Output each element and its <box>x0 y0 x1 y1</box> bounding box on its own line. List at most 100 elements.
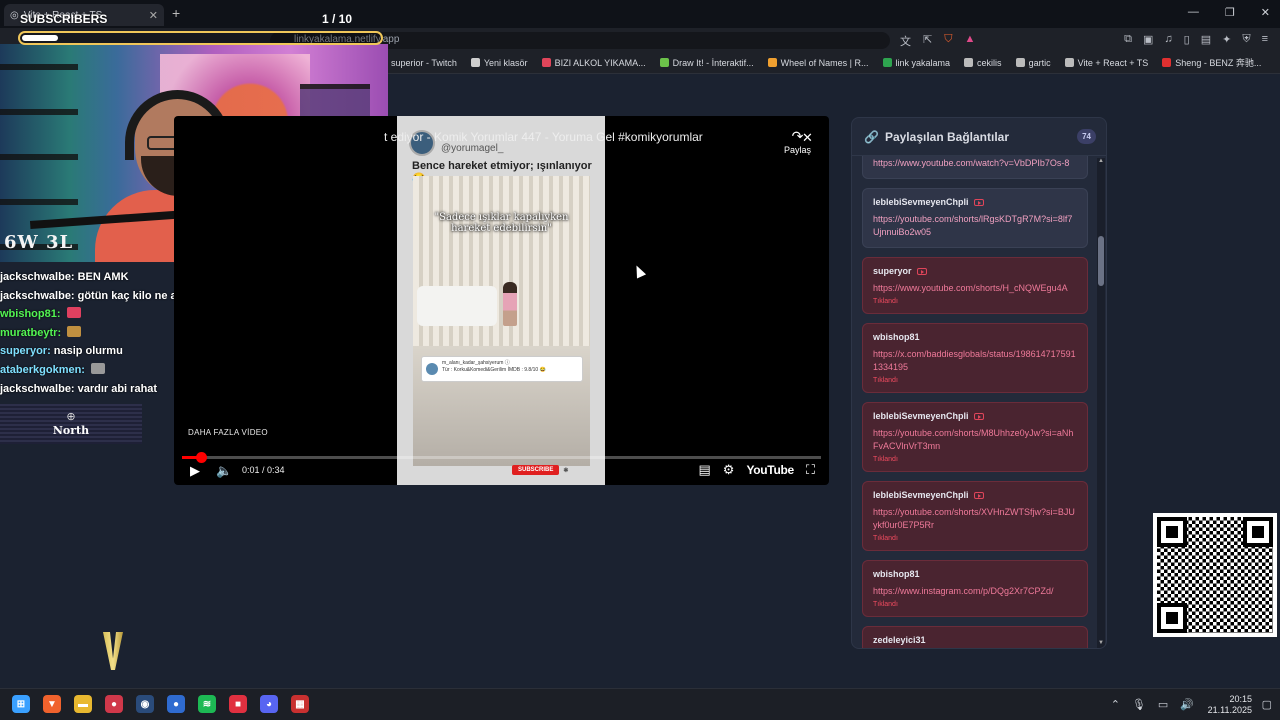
chat-text: vardır abi rahat <box>77 382 158 395</box>
link-card[interactable]: leblebiSevmeyenChpli https://youtube.com/… <box>862 188 1088 248</box>
address-icons: 文 ⇱ ⛉ ▲ <box>900 33 975 49</box>
settings-gear-icon[interactable]: ⚙ <box>723 462 735 478</box>
link-card[interactable]: superyor https://www.youtube.com/shorts/H… <box>862 257 1088 314</box>
bookmark-item[interactable]: Wheel of Names | R... <box>767 58 869 68</box>
browser-tab-bar: ◎ Vite + React + TS ✕ + 1 / 10 — ❐ ✕ <box>0 0 1280 28</box>
youtube-player[interactable]: @yorumagel_ Bence hareket etmiyor; ışınl… <box>174 116 829 485</box>
webcam-logo: 6W 3L <box>4 232 74 253</box>
wallet-icon[interactable]: ▤ <box>1201 33 1211 46</box>
chat-username: jackschwalbe: <box>0 289 75 302</box>
network-icon[interactable]: ▭ <box>1158 698 1168 711</box>
bookmark-item[interactable]: cekilis <box>964 58 1002 68</box>
link-username: zedeleyici31 <box>873 635 926 645</box>
share-button[interactable]: ↷ Paylaş <box>784 128 811 155</box>
link-url[interactable]: https://youtube.com/shorts/lRgsKDTgR7M?s… <box>873 213 1077 239</box>
link-card[interactable]: wbishop81 https://www.instagram.com/p/DQg… <box>862 560 1088 617</box>
link-username: leblebiSevmeyenChpli <box>873 197 969 207</box>
subscribers-progress-bar <box>18 31 383 45</box>
clock[interactable]: 20:15 21.11.2025 <box>1208 694 1252 716</box>
scroll-down-icon[interactable]: ▼ <box>1098 640 1104 646</box>
bookmark-favicon-icon <box>659 58 669 67</box>
tray-chevron-icon[interactable]: ⌃ <box>1111 698 1120 711</box>
bookmark-item[interactable]: Vite + React + TS <box>1064 58 1148 68</box>
youtube-logo[interactable]: YouTube <box>746 463 794 477</box>
windows-start-icon[interactable]: ⊞ <box>12 695 30 713</box>
media-icon[interactable]: ♫ <box>1164 33 1172 46</box>
bookmark-item[interactable]: Draw It! - İnteraktif... <box>659 58 754 68</box>
link-url[interactable]: https://www.instagram.com/p/DQg2Xr7CPZd/ <box>873 585 1077 598</box>
channel-handle: @yorumagel_ <box>441 142 504 154</box>
bookmark-item[interactable]: Yeni klasör <box>470 58 528 68</box>
bookmark-item[interactable]: BIZI ALKOL YIKAMA... <box>541 58 646 68</box>
extensions-icon[interactable]: ⧉ <box>1124 33 1132 46</box>
link-card[interactable]: leblebiSevmeyenChpli https://youtube.com/… <box>862 481 1088 551</box>
sidebar-icon[interactable]: ▯ <box>1184 33 1190 46</box>
brave-shield-icon[interactable]: ⛉ <box>944 33 952 49</box>
video-title[interactable]: t ediyor - Komik Yorumlar 447 - Yoruma G… <box>384 130 703 144</box>
rewards-icon[interactable]: ▲ <box>964 33 975 49</box>
share-page-icon[interactable]: ⇱ <box>923 33 932 49</box>
chat-text: nasip olurmu <box>53 345 123 358</box>
close-window-icon[interactable]: ✕ <box>1261 6 1270 19</box>
translate-icon[interactable]: 文 <box>900 33 911 49</box>
scroll-up-icon[interactable]: ▲ <box>1098 158 1104 164</box>
link-url[interactable]: https://youtube.com/shorts/XVHnZWTSfjw?s… <box>873 506 1077 532</box>
youtube-play-icon <box>973 412 984 420</box>
notification-icon[interactable]: ▢ <box>1262 698 1272 711</box>
crosshair-icon: ⊕ <box>66 410 76 423</box>
video-progress-bar[interactable] <box>182 452 821 463</box>
volume-icon[interactable]: 🔈 <box>216 463 232 479</box>
bookmark-favicon-icon <box>470 58 480 67</box>
fullscreen-icon[interactable]: ⛶ <box>806 462 815 478</box>
bookmark-item[interactable]: Sheng - BENZ 奔驰... <box>1162 56 1261 69</box>
link-url[interactable]: https://www.youtube.com/watch?v=VbDPIb7O… <box>873 157 1077 170</box>
link-card[interactable]: zedeleyici31 <box>862 626 1088 648</box>
minimize-icon[interactable]: — <box>1188 6 1199 19</box>
link-card-header: wbishop81 <box>873 569 1077 579</box>
new-tab-button[interactable]: + <box>172 5 180 21</box>
bookmark-item[interactable]: gartic <box>1015 57 1051 68</box>
link-username: leblebiSevmeyenChpli <box>873 411 969 421</box>
bookmark-favicon-icon <box>767 58 777 67</box>
chat-text: götün kaç kilo ne aq <box>77 289 184 302</box>
link-url[interactable]: https://youtube.com/shorts/M8Uhhze0yJw?s… <box>873 427 1077 453</box>
more-videos-label[interactable]: DAHA FAZLA VİDEO <box>188 428 268 437</box>
link-username: superyor <box>873 266 912 276</box>
link-url[interactable]: https://www.youtube.com/shorts/H_cNQWEgu… <box>873 282 1077 295</box>
app-blue-icon[interactable]: ● <box>167 695 185 713</box>
bookmark-label: gartic <box>1028 57 1051 68</box>
discord-icon[interactable]: ◕ <box>260 695 278 713</box>
scrollbar-thumb[interactable] <box>1098 236 1104 286</box>
subtitles-icon[interactable]: ▤ <box>698 462 710 478</box>
steam-icon[interactable]: ◉ <box>136 695 154 713</box>
bookmark-item[interactable]: superior - Twitch <box>378 58 457 68</box>
play-icon[interactable]: ▶ <box>190 463 200 479</box>
spotify-icon[interactable]: ≋ <box>198 695 216 713</box>
screenshot-icon[interactable]: ▣ <box>1143 33 1153 46</box>
microphone-icon[interactable]: 🎙 <box>1132 698 1146 711</box>
link-card[interactable]: wbishop81 https://x.com/baddiesglobals/st… <box>862 323 1088 393</box>
maximize-icon[interactable]: ❐ <box>1225 6 1235 19</box>
shared-links-panel: 🔗 Paylaşılan Bağlantılar 74 https://www.… <box>851 117 1107 649</box>
link-card[interactable]: https://www.youtube.com/watch?v=VbDPIb7O… <box>862 156 1088 179</box>
file-explorer-icon[interactable]: ▬ <box>74 695 92 713</box>
maps-pin-icon[interactable]: ● <box>105 695 123 713</box>
link-card[interactable]: leblebiSevmeyenChpli https://youtube.com/… <box>862 402 1088 472</box>
scrollbar[interactable]: ▲ ▼ <box>1097 158 1105 648</box>
leo-ai-icon[interactable]: ✦ <box>1222 33 1231 46</box>
subscribers-label: SUBSCRIBERS <box>20 12 108 26</box>
brave-browser-icon[interactable]: ▼ <box>43 695 61 713</box>
link-url[interactable]: https://x.com/baddiesglobals/status/1986… <box>873 348 1077 374</box>
app-red-icon[interactable]: ■ <box>229 695 247 713</box>
menu-icon[interactable]: ≡ <box>1262 33 1268 46</box>
chat-username: muratbeytr: <box>0 326 62 339</box>
vpn-shield-icon[interactable]: ⛨ <box>1242 33 1250 46</box>
qr-finder-top-right <box>1243 517 1273 547</box>
youtube-play-icon <box>916 267 927 275</box>
bookmark-item[interactable]: link yakalama <box>882 58 950 68</box>
links-list: https://www.youtube.com/watch?v=VbDPIb7O… <box>862 156 1088 648</box>
app-extra-icon[interactable]: ▦ <box>291 695 309 713</box>
close-tab-icon[interactable]: ✕ <box>149 9 158 22</box>
speaker-icon[interactable]: 🔊 <box>1180 698 1194 711</box>
bookmark-label: superior - Twitch <box>391 57 457 68</box>
